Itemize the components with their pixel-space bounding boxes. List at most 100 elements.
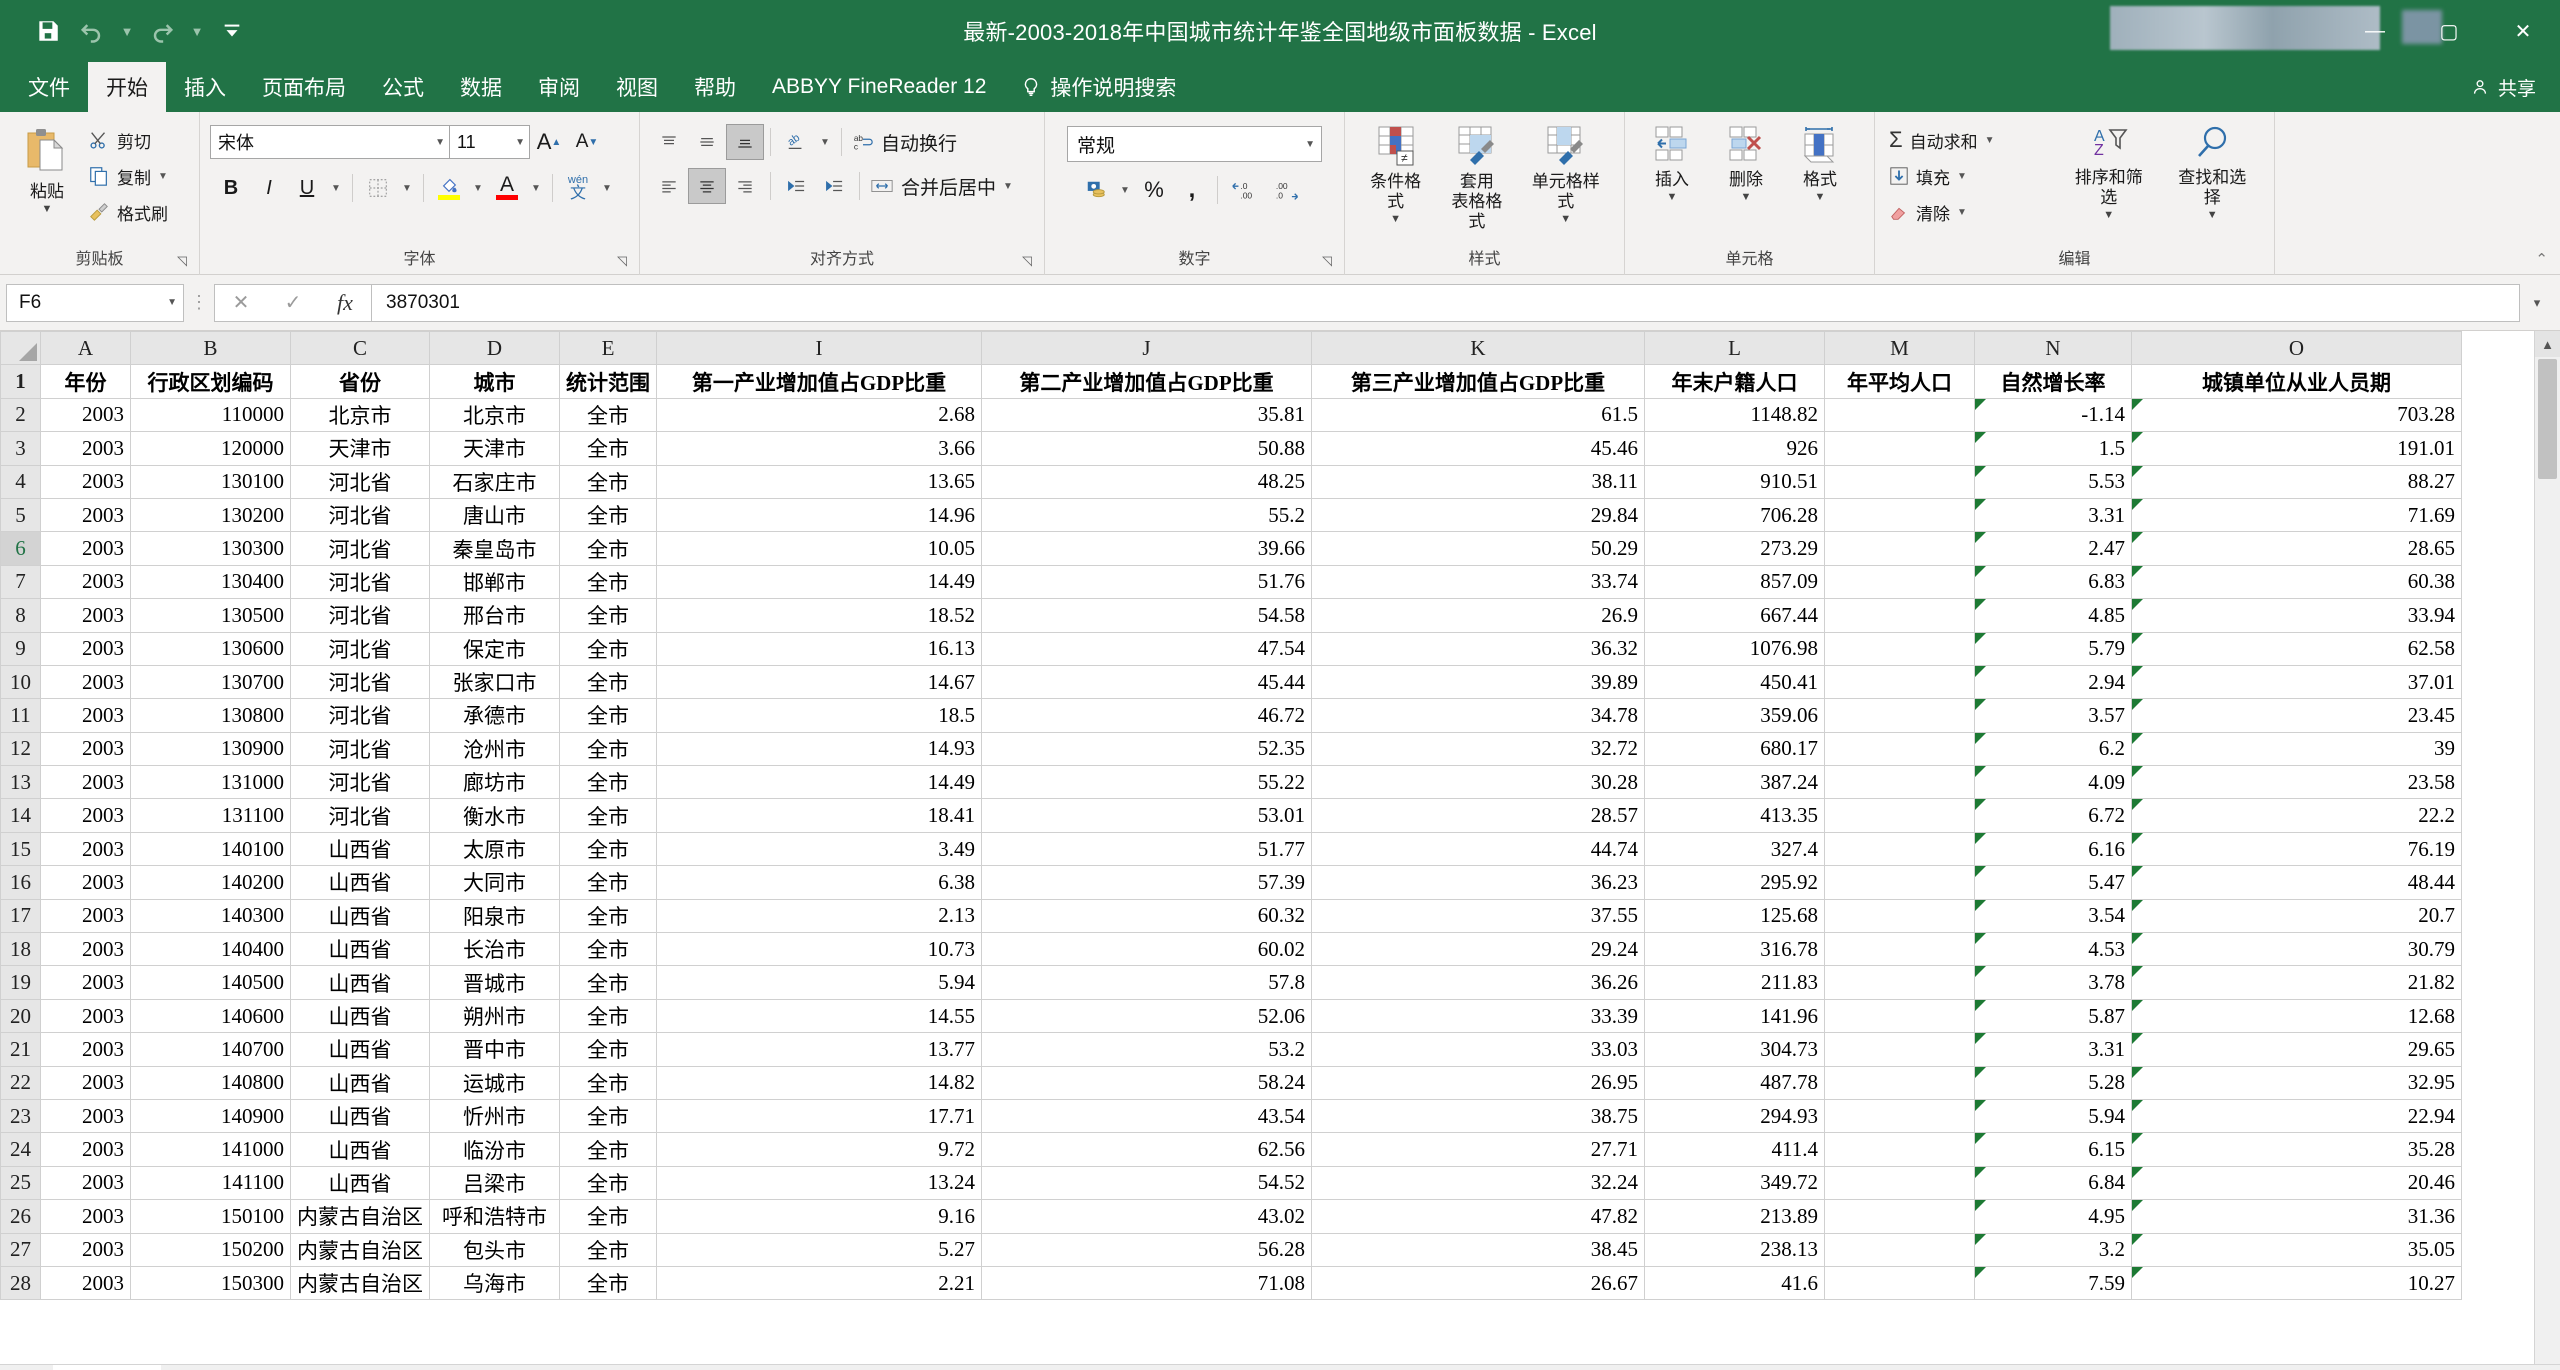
cell-E15[interactable]: 全市 <box>559 831 657 867</box>
cell-M10[interactable] <box>1824 664 1975 700</box>
font-name-dropdown-icon[interactable]: ▼ <box>435 137 445 148</box>
cell-O28[interactable]: 10.27 <box>2131 1265 2462 1301</box>
cell-I11[interactable]: 18.5 <box>656 698 982 733</box>
cell-K4[interactable]: 38.11 <box>1311 464 1645 499</box>
cell-K15[interactable]: 44.74 <box>1311 831 1645 867</box>
cell-A26[interactable]: 2003 <box>40 1199 131 1234</box>
cell-E17[interactable]: 全市 <box>559 898 657 934</box>
name-box[interactable]: F6 ▼ <box>6 283 184 322</box>
cell-E28[interactable]: 全市 <box>559 1265 657 1301</box>
cell-L18[interactable]: 316.78 <box>1644 932 1825 967</box>
number-dialog-launcher[interactable]: ◹ <box>1322 250 1332 272</box>
cell-A17[interactable]: 2003 <box>40 898 131 934</box>
confirm-entry-button[interactable]: ✓ <box>267 290 319 315</box>
cell-L28[interactable]: 41.6 <box>1644 1265 1825 1301</box>
cell-D14[interactable]: 衡水市 <box>429 798 560 833</box>
cell-I23[interactable]: 17.71 <box>656 1098 982 1134</box>
cell-J15[interactable]: 51.77 <box>981 831 1312 867</box>
cell-J22[interactable]: 58.24 <box>981 1065 1312 1100</box>
copy-dropdown-icon[interactable]: ▼ <box>158 171 168 182</box>
cell-O8[interactable]: 33.94 <box>2131 598 2462 633</box>
minimize-button[interactable]: — <box>2338 0 2412 62</box>
cell-J23[interactable]: 43.54 <box>981 1098 1312 1134</box>
row-header-28[interactable]: 28 <box>0 1265 41 1301</box>
cell-L16[interactable]: 295.92 <box>1644 865 1825 900</box>
bold-button[interactable]: B <box>212 170 250 206</box>
orientation-button[interactable]: ab <box>777 124 815 160</box>
cell-M17[interactable] <box>1824 898 1975 934</box>
cell-L10[interactable]: 450.41 <box>1644 664 1825 700</box>
cell-K7[interactable]: 33.74 <box>1311 564 1645 600</box>
cell-B2[interactable]: 110000 <box>130 397 291 433</box>
autosum-button[interactable]: Σ 自动求和 ▼ <box>1885 122 2057 158</box>
cell-A3[interactable]: 2003 <box>40 431 131 466</box>
cell-I16[interactable]: 6.38 <box>656 865 982 900</box>
cell-M22[interactable] <box>1824 1065 1975 1100</box>
share-button[interactable]: 共享 <box>2446 62 2560 112</box>
cell-B13[interactable]: 131000 <box>130 765 291 800</box>
expand-formula-bar-icon[interactable]: ▾ <box>2520 295 2554 311</box>
row-header-24[interactable]: 24 <box>0 1132 41 1167</box>
cell-C2[interactable]: 北京市 <box>290 397 430 433</box>
cell-O22[interactable]: 32.95 <box>2131 1065 2462 1100</box>
cell-B17[interactable]: 140300 <box>130 898 291 934</box>
cell-O10[interactable]: 37.01 <box>2131 664 2462 700</box>
cell-N12[interactable]: 6.2 <box>1974 731 2132 767</box>
cell-A15[interactable]: 2003 <box>40 831 131 867</box>
cell-B7[interactable]: 130400 <box>130 564 291 600</box>
cell-A13[interactable]: 2003 <box>40 765 131 800</box>
cell-D8[interactable]: 邢台市 <box>429 598 560 633</box>
cell-B6[interactable]: 130300 <box>130 531 291 566</box>
cell-N20[interactable]: 5.87 <box>1974 998 2132 1034</box>
tab-help[interactable]: 帮助 <box>676 62 754 112</box>
fill-button[interactable]: 填充 ▼ <box>1885 158 2057 194</box>
cell-C22[interactable]: 山西省 <box>290 1065 430 1100</box>
tab-home[interactable]: 开始 <box>88 62 166 112</box>
cell-A6[interactable]: 2003 <box>40 531 131 566</box>
cell-E2[interactable]: 全市 <box>559 397 657 433</box>
row-header-17[interactable]: 17 <box>0 898 41 934</box>
cell-C20[interactable]: 山西省 <box>290 998 430 1034</box>
cell-I13[interactable]: 14.49 <box>656 765 982 800</box>
cell-L13[interactable]: 387.24 <box>1644 765 1825 800</box>
column-header-I[interactable]: I <box>656 331 982 366</box>
comma-style-button[interactable]: , <box>1173 172 1211 208</box>
cell-J24[interactable]: 62.56 <box>981 1132 1312 1167</box>
cell-L15[interactable]: 327.4 <box>1644 831 1825 867</box>
cell-C6[interactable]: 河北省 <box>290 531 430 566</box>
cell-K28[interactable]: 26.67 <box>1311 1265 1645 1301</box>
cell-styles-button[interactable]: 单元格样式 ▼ <box>1517 118 1614 229</box>
cell-L24[interactable]: 411.4 <box>1644 1132 1825 1167</box>
cell-K9[interactable]: 36.32 <box>1311 631 1645 666</box>
cell-N25[interactable]: 6.84 <box>1974 1165 2132 1201</box>
sort-filter-button[interactable]: A Z 排序和筛选 ▼ <box>2057 118 2161 225</box>
format-painter-button[interactable]: 格式刷 <box>84 194 172 230</box>
tab-abbyy-finereader[interactable]: ABBYY FineReader 12 <box>754 62 1004 112</box>
cell-A1[interactable]: 年份 <box>40 364 131 399</box>
scroll-up-icon[interactable]: ▲ <box>2535 331 2560 357</box>
fill-color-dropdown-icon[interactable]: ▼ <box>468 170 488 206</box>
cell-C14[interactable]: 河北省 <box>290 798 430 833</box>
cell-N14[interactable]: 6.72 <box>1974 798 2132 833</box>
row-header-14[interactable]: 14 <box>0 798 41 833</box>
fill-color-button[interactable] <box>430 170 468 206</box>
fill-dropdown-icon[interactable]: ▼ <box>1957 171 1967 182</box>
cell-I21[interactable]: 13.77 <box>656 1032 982 1067</box>
cell-M27[interactable] <box>1824 1232 1975 1267</box>
accounting-format-button[interactable] <box>1077 172 1115 208</box>
cell-O20[interactable]: 12.68 <box>2131 998 2462 1034</box>
cell-D3[interactable]: 天津市 <box>429 431 560 466</box>
cell-I14[interactable]: 18.41 <box>656 798 982 833</box>
cell-N11[interactable]: 3.57 <box>1974 698 2132 733</box>
cell-N23[interactable]: 5.94 <box>1974 1098 2132 1134</box>
cell-D12[interactable]: 沧州市 <box>429 731 560 767</box>
cell-O21[interactable]: 29.65 <box>2131 1032 2462 1067</box>
tab-view[interactable]: 视图 <box>598 62 676 112</box>
cell-I25[interactable]: 13.24 <box>656 1165 982 1201</box>
cell-N3[interactable]: 1.5 <box>1974 431 2132 466</box>
column-header-J[interactable]: J <box>981 331 1312 366</box>
cell-M26[interactable] <box>1824 1199 1975 1234</box>
cell-J18[interactable]: 60.02 <box>981 932 1312 967</box>
cell-K25[interactable]: 32.24 <box>1311 1165 1645 1201</box>
cell-A18[interactable]: 2003 <box>40 932 131 967</box>
